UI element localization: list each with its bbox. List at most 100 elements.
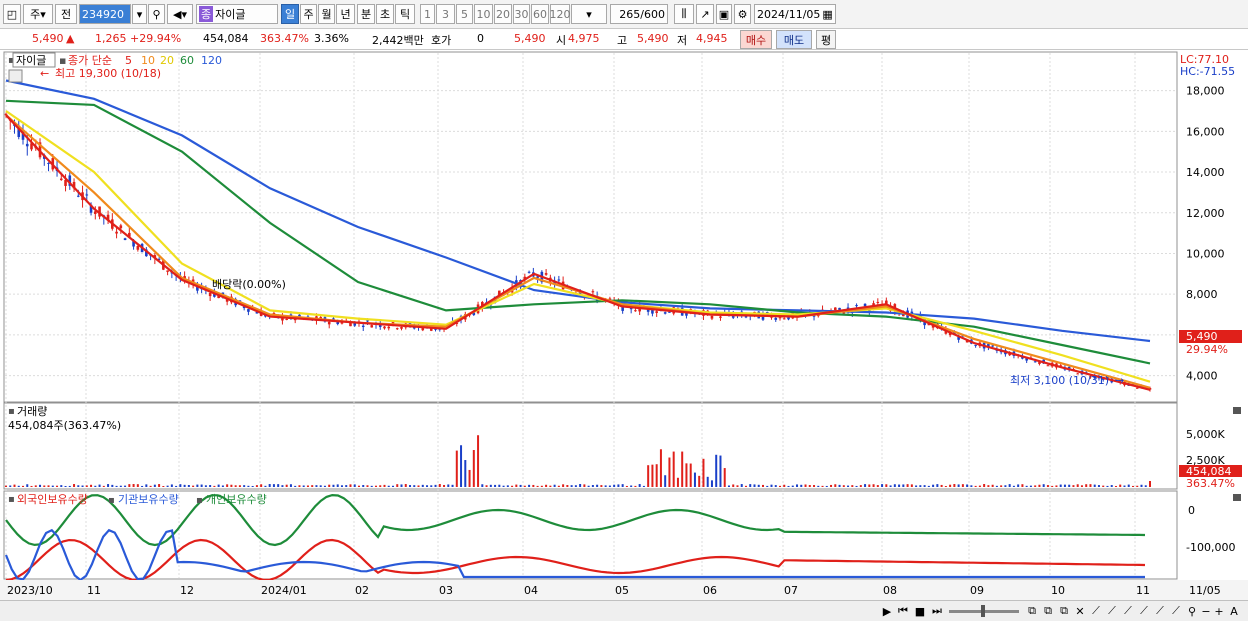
candle-icon[interactable]: ⫼ (674, 4, 694, 24)
scroll-right-icon[interactable]: ▶ (880, 603, 894, 619)
zoom-handle[interactable] (981, 604, 985, 617)
chart-toolbar: ◰ 주 ▾ 전 234920 ▾ ⚲ ◀▾ 종 자이글 일주월년분초틱 1 3 5 10… (0, 0, 1248, 29)
trend-icon-4[interactable]: ⟋ (1137, 603, 1151, 619)
volume-panel[interactable] (3, 402, 1178, 490)
interval-button[interactable]: 30 (513, 4, 530, 24)
stock-name-field[interactable]: 종 자이글 (196, 4, 278, 24)
period-button[interactable]: 년 (336, 4, 355, 24)
volume-close-icon[interactable] (1233, 407, 1241, 414)
interval-dropdown[interactable]: ▾ (571, 4, 607, 24)
sell-button[interactable]: 매도 (776, 30, 812, 49)
market-select[interactable]: 주 ▾ (23, 4, 53, 24)
volume-bar (706, 476, 709, 487)
gear-icon[interactable]: ⚙ (734, 4, 751, 24)
zoom-out-icon[interactable]: − (1200, 603, 1212, 619)
x-tick-label: 10 (1051, 584, 1065, 597)
layout-icon-1[interactable]: ⧉ (1025, 603, 1039, 619)
volume-bar (779, 485, 782, 487)
speaker-icon[interactable]: ◀▾ (167, 4, 193, 24)
volume-bar (732, 484, 735, 487)
period-button[interactable]: 초 (376, 4, 394, 24)
buy-button[interactable]: 매수 (740, 30, 772, 49)
interval-button[interactable]: 60 (531, 4, 549, 24)
low-label: 저 (677, 34, 688, 47)
holding-panel[interactable] (3, 490, 1178, 580)
layout-icon-2[interactable]: ⧉ (1041, 603, 1055, 619)
volume-bar (698, 475, 701, 487)
x-tick-label: 02 (355, 584, 369, 597)
trend-icon-1[interactable]: ⟋ (1089, 603, 1103, 619)
zoom-search-icon[interactable]: ⚲ (1185, 603, 1199, 619)
volume-bar (306, 485, 309, 487)
crosshair-icon[interactable]: ✕ (1073, 603, 1087, 619)
volume-bar (608, 485, 611, 487)
trend-icon-2[interactable]: ⟋ (1105, 603, 1119, 619)
volume-bar (230, 484, 233, 487)
period-button[interactable]: 주 (300, 4, 317, 24)
volume-bar (532, 484, 535, 487)
volume-bar (919, 485, 922, 487)
stock-code-input[interactable]: 234920 (79, 4, 131, 24)
layout-icon-3[interactable]: ⧉ (1057, 603, 1071, 619)
volume-bar (1063, 484, 1066, 487)
calendar-icon[interactable]: ▦ (822, 8, 832, 21)
grid-toggle-icon[interactable] (8, 69, 23, 83)
date-input[interactable]: 2024/11/05 ▦ (754, 4, 836, 24)
volume-bar (940, 484, 943, 487)
save-icon[interactable]: ▣ (716, 4, 732, 24)
period-button[interactable]: 분 (357, 4, 375, 24)
volume-bar (1093, 484, 1096, 487)
interval-button[interactable]: 20 (494, 4, 512, 24)
candle-body (166, 270, 169, 272)
trend-icon-5[interactable]: ⟋ (1153, 603, 1167, 619)
interval-button[interactable]: 10 (474, 4, 493, 24)
volume-bar (838, 484, 841, 487)
trend-icon-3[interactable]: ⟋ (1121, 603, 1135, 619)
zoom-slider[interactable] (948, 603, 1020, 619)
volume-bar (494, 484, 497, 487)
window-menu-icon[interactable]: ◰ (3, 4, 21, 24)
period-button[interactable]: 틱 (395, 4, 415, 24)
volume-bar (13, 484, 16, 487)
chart-navigation-bar: ▶ ⏮ ■ ⏭ ⧉ ⧉ ⧉ ✕ ⟋ ⟋ ⟋ ⟋ ⟋ ⟋ ⚲ − + A (0, 600, 1248, 621)
rewind-icon[interactable]: ⏮ (895, 603, 911, 619)
volume-bar (468, 469, 471, 487)
volume-bar (94, 485, 97, 487)
volume-bar (498, 484, 501, 487)
forward-icon[interactable]: ⏭ (929, 603, 945, 619)
volume-bar (1038, 484, 1041, 487)
code-dropdown-icon[interactable]: ▾ (132, 4, 147, 24)
volume-bar (859, 485, 862, 487)
interval-button[interactable]: 5 (456, 4, 473, 24)
volume-bar (1051, 485, 1054, 487)
stop-icon[interactable]: ■ (912, 603, 928, 619)
volume-bar (370, 485, 373, 487)
volume-bar (502, 485, 505, 487)
zoom-in-icon[interactable]: + (1213, 603, 1225, 619)
prev-button[interactable]: 전 (55, 4, 77, 24)
volume-bar (226, 484, 229, 487)
period-button[interactable]: 월 (318, 4, 335, 24)
period-button[interactable]: 일 (281, 4, 299, 24)
search-icon[interactable]: ⚲ (148, 4, 165, 24)
draw-tool-icon[interactable]: ↗ (696, 4, 714, 24)
chart-area[interactable]: ▪ 자이글 ▪ 종가 단순 5 10 20 60 120 ← 최고 19,300… (0, 50, 1248, 621)
trend-icon-6[interactable]: ⟋ (1169, 603, 1183, 619)
interval-button[interactable]: 3 (436, 4, 455, 24)
auto-scale-icon[interactable]: A (1227, 603, 1241, 619)
volume-bar (332, 484, 335, 487)
volume-bar (64, 485, 67, 487)
eval-button[interactable]: 평 (816, 30, 836, 49)
interval-button[interactable]: 1 (420, 4, 435, 24)
x-tick-label: 07 (784, 584, 798, 597)
volume-bar (1114, 485, 1117, 487)
volume-title: 거래량 (17, 405, 47, 418)
holding-close-icon[interactable] (1233, 494, 1241, 501)
volume-bar (434, 484, 437, 487)
volume-bar (340, 485, 343, 487)
candle-body (1033, 361, 1037, 363)
volume-bar (272, 484, 275, 487)
interval-button[interactable]: 120 (550, 4, 571, 24)
data-count-input[interactable]: 265/600 (610, 4, 668, 24)
chart-svg[interactable]: ▪ 자이글 ▪ 종가 단순 5 10 20 60 120 ← 최고 19,300… (0, 50, 1248, 600)
